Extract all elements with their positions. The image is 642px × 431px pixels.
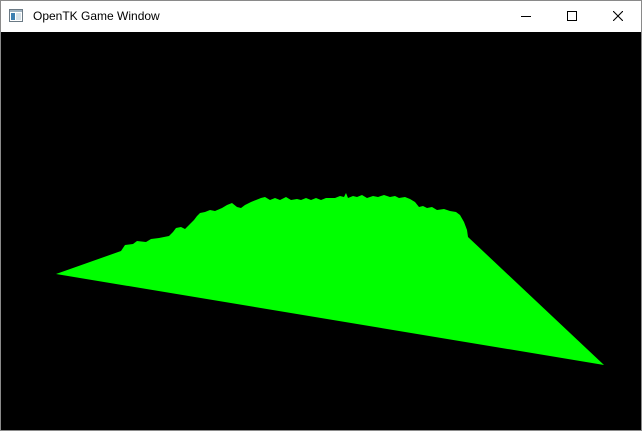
- game-window: OpenTK Game Window: [0, 0, 642, 431]
- maximize-button[interactable]: [549, 1, 595, 32]
- render-viewport[interactable]: [1, 32, 641, 430]
- maximize-icon: [567, 8, 577, 26]
- scene-canvas: [1, 32, 641, 430]
- minimize-button[interactable]: [503, 1, 549, 32]
- title-bar[interactable]: OpenTK Game Window: [1, 1, 641, 32]
- close-icon: [612, 8, 624, 26]
- window-title: OpenTK Game Window: [33, 9, 160, 23]
- minimize-icon: [521, 8, 531, 26]
- close-button[interactable]: [595, 1, 641, 32]
- app-window-icon: [9, 9, 23, 22]
